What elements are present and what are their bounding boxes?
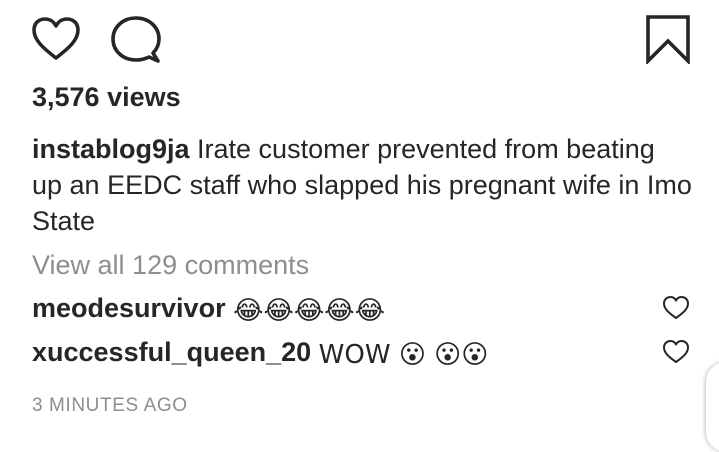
comment-username[interactable]: xuccessful_queen_20 xyxy=(32,337,311,367)
heart-icon[interactable] xyxy=(31,16,81,62)
post-action-bar xyxy=(0,0,719,80)
comment-row: meodesurvivor 😂😂😂😂😂 xyxy=(32,291,652,328)
caption-username[interactable]: instablog9ja xyxy=(32,134,190,164)
comment-text: 😂😂😂😂😂 xyxy=(233,296,385,326)
bookmark-icon[interactable] xyxy=(645,14,691,64)
comment-like-heart-icon[interactable] xyxy=(662,339,690,365)
post-timestamp: 3 MINUTES AGO xyxy=(32,395,188,416)
post-caption: instablog9ja Irate customer prevented fr… xyxy=(32,131,692,239)
comment-icon[interactable] xyxy=(110,15,162,65)
comment-text: WOW 😮 😮😮 xyxy=(318,340,489,370)
comment-row: xuccessful_queen_20 WOW 😮 😮😮 xyxy=(32,335,652,372)
view-count[interactable]: 3,576 views xyxy=(32,80,181,114)
comment-username[interactable]: meodesurvivor xyxy=(32,293,226,323)
view-all-comments-link[interactable]: View all 129 comments xyxy=(32,248,309,282)
comment-like-heart-icon[interactable] xyxy=(662,295,690,321)
